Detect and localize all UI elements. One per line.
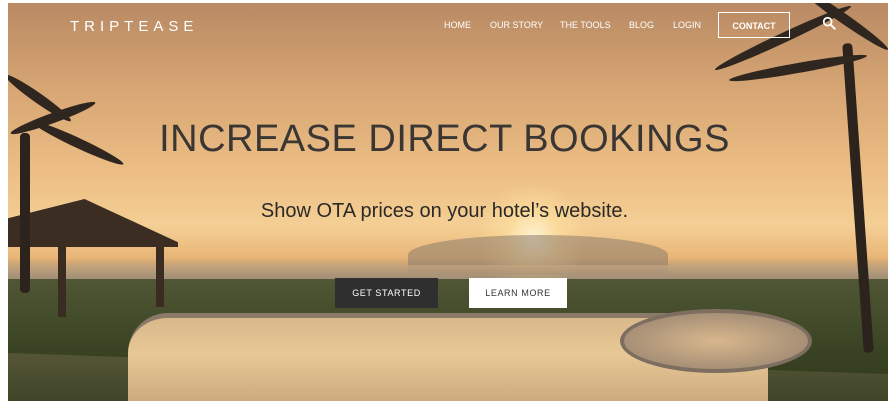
- sea-horizon: [8, 265, 888, 279]
- hero-headline: INCREASE DIRECT BOOKINGS: [159, 118, 730, 160]
- nav-blog[interactable]: BLOG: [629, 20, 654, 30]
- get-started-button[interactable]: GET STARTED: [335, 278, 438, 308]
- contact-button[interactable]: CONTACT: [718, 12, 790, 38]
- nav-the-tools[interactable]: THE TOOLS: [560, 20, 611, 30]
- hero-subheadline: Show OTA prices on your hotel’s website.: [260, 200, 629, 222]
- search-icon[interactable]: [822, 16, 836, 30]
- top-navigation: TRIPTEASE HOME OUR STORY THE TOOLS BLOG …: [0, 0, 889, 50]
- hot-tub: [620, 309, 812, 373]
- hut-post: [58, 247, 66, 317]
- hut-post: [156, 247, 164, 307]
- nav-home[interactable]: HOME: [444, 20, 471, 30]
- nav-our-story[interactable]: OUR STORY: [490, 20, 543, 30]
- nav-login[interactable]: LOGIN: [673, 20, 701, 30]
- learn-more-button[interactable]: LEARN MORE: [469, 278, 567, 308]
- brand-logo[interactable]: TRIPTEASE: [70, 18, 198, 35]
